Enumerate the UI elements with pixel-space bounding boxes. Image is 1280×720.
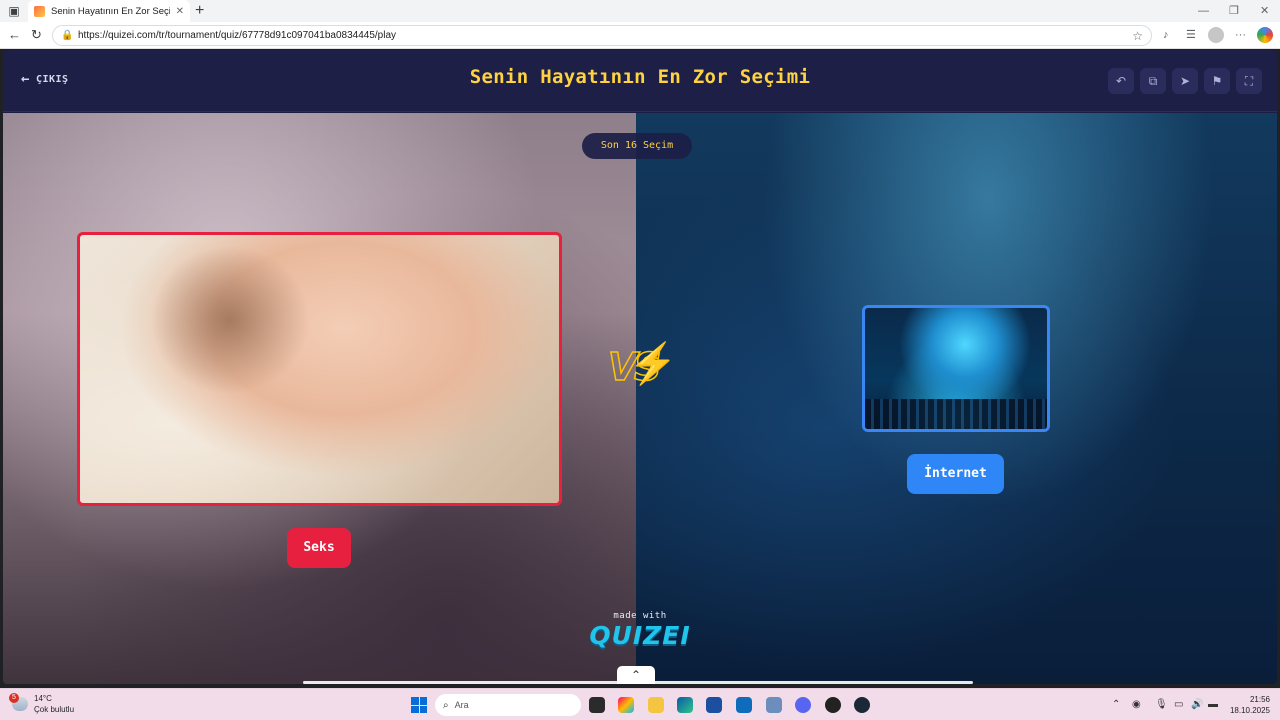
match-stage: Son 16 Seçim Seks İnternet V S ⚡ made wi… [3,113,1277,684]
left-choice-image[interactable] [77,232,562,506]
edge-icon[interactable] [677,697,693,713]
versus-badge: V S ⚡ [606,339,678,395]
settings-icon[interactable] [766,697,782,713]
copilot-app-icon[interactable] [618,697,634,713]
window-close-icon[interactable]: ✕ [1260,3,1269,19]
app-header: ← ÇIKIŞ Senin Hayatının En Zor Seçimi ↶ … [3,50,1277,112]
weather-temperature: 14°C [34,694,52,703]
outlook-icon[interactable] [736,697,752,713]
notification-badge: 5 [9,693,19,703]
volume-icon[interactable]: 🔊 [1191,698,1203,712]
microphone-icon[interactable]: 🎙 [1155,698,1168,712]
back-icon[interactable]: ← [8,27,21,43]
clock-date: 18.10.2025 [1229,706,1270,715]
quizei-logo[interactable]: QUIZEI [3,621,1277,650]
image-skyline [865,399,1047,429]
read-aloud-icon[interactable]: ♪ [1163,28,1169,42]
quiz-title: Senin Hayatının En Zor Seçimi [469,66,811,88]
weather-description: Çok bulutlu [34,705,75,714]
steam-icon[interactable] [854,697,870,713]
tab-title: Senin Hayatının En Zor Seçimi - Q [51,5,170,17]
favorites-icon[interactable]: ☰ [1186,28,1196,42]
site-info-icon[interactable]: 🔒 [61,30,73,41]
file-explorer-icon[interactable] [648,697,664,713]
choice-button-right[interactable]: İnternet [907,454,1004,494]
weather-widget[interactable]: 5 14°C Çok bulutlu [9,693,75,715]
horizontal-scrollbar[interactable] [303,681,973,684]
round-indicator: Son 16 Seçim [582,133,692,159]
browser-tab-strip: ▣ Senin Hayatının En Zor Seçimi - Q ✕ + … [0,0,1280,22]
clock-time: 21:56 [1249,695,1270,704]
minimize-icon[interactable]: — [1198,3,1209,19]
page-viewport: ← ÇIKIŞ Senin Hayatının En Zor Seçimi ↶ … [3,50,1277,684]
quizei-favicon-icon [34,5,45,17]
reload-icon[interactable]: ↻ [31,27,42,43]
new-tab-icon[interactable]: + [195,2,204,20]
system-clock[interactable]: 21:56 18.10.2025 [1228,694,1270,716]
favorite-star-icon[interactable]: ☆ [1132,29,1143,43]
share-icon[interactable]: ⧉ [1140,68,1166,94]
made-with-text: made with [613,611,667,621]
tray-app-icon[interactable]: ◉ [1132,698,1141,712]
search-placeholder: Ara [454,700,469,710]
network-icon[interactable]: ▭ [1174,698,1183,712]
battery-icon[interactable]: ▬ [1208,698,1218,712]
discord-icon[interactable] [795,697,811,713]
taskbar: 5 14°C Çok bulutlu ⌕ Ara ⌃ ◉ 🎙 ▭ 🔊 ▬ 21:… [0,688,1280,720]
cloud-icon: 5 [9,693,28,711]
tray-chevron-up-icon[interactable]: ⌃ [1112,698,1120,712]
copilot-icon[interactable] [1257,27,1273,43]
store-icon[interactable] [706,697,722,713]
task-view-icon[interactable] [589,697,605,713]
right-choice-image[interactable] [862,305,1050,432]
browser-tab[interactable]: Senin Hayatının En Zor Seçimi - Q ✕ [28,0,190,22]
windows-start-icon[interactable] [411,697,427,713]
tab-actions-icon[interactable]: ▣ [6,3,22,19]
lightning-icon: ⚡ [628,342,678,386]
send-icon[interactable]: ➤ [1172,68,1198,94]
taskbar-search[interactable]: ⌕ Ara [435,694,581,716]
close-tab-icon[interactable]: ✕ [176,6,184,17]
undo-icon[interactable]: ↶ [1108,68,1134,94]
address-bar[interactable]: 🔒 https://quizei.com/tr/tournament/quiz/… [52,25,1152,46]
choice-button-left[interactable]: Seks [287,528,351,568]
more-menu-icon[interactable]: ··· [1235,28,1246,42]
search-icon: ⌕ [443,699,449,711]
browser-toolbar: ← ↻ 🔒 https://quizei.com/tr/tournament/q… [0,22,1280,49]
image-shading [150,245,310,395]
restore-icon[interactable]: ❐ [1229,3,1239,19]
flag-icon[interactable]: ⚑ [1204,68,1230,94]
fullscreen-icon[interactable]: ⛶ [1236,68,1262,94]
profile-avatar[interactable] [1208,27,1224,43]
app-icon[interactable] [825,697,841,713]
url-text[interactable]: https://quizei.com/tr/tournament/quiz/67… [78,30,1132,41]
